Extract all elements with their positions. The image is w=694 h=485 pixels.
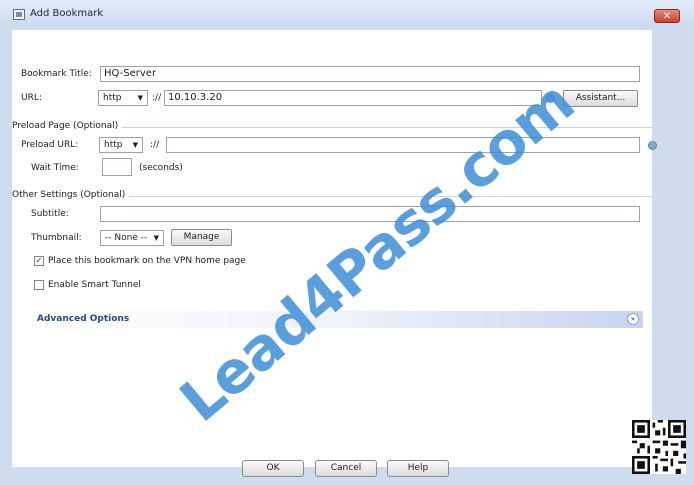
other-legend: Other Settings (Optional) <box>12 190 130 200</box>
url-separator: :// <box>152 93 162 103</box>
url-label: URL: <box>21 93 42 103</box>
bookmark-title-label: Bookmark Title: <box>21 69 92 79</box>
title-bar[interactable]: Add Bookmark ✕ <box>0 0 694 28</box>
window-title: Add Bookmark <box>30 8 104 19</box>
preload-legend: Preload Page (Optional) <box>12 121 123 131</box>
preload-protocol-value: http <box>104 140 123 150</box>
url-protocol-select[interactable]: http ▼ <box>98 90 148 106</box>
url-field[interactable]: 10.10.3.20 <box>164 90 542 106</box>
place-on-home-label: Place this bookmark on the VPN home page <box>48 256 246 266</box>
wait-time-field[interactable] <box>102 158 132 176</box>
chevron-down-icon: ▼ <box>132 141 138 149</box>
preload-url-field[interactable] <box>166 137 640 153</box>
cancel-button[interactable]: Cancel <box>315 460 377 477</box>
app-icon <box>13 9 25 20</box>
wait-time-unit: (seconds) <box>139 163 183 173</box>
wait-time-label: Wait Time: <box>31 163 79 173</box>
bookmark-title-field[interactable]: HQ-Server <box>100 66 640 82</box>
thumbnail-select[interactable]: -- None -- ▼ <box>100 230 164 246</box>
place-on-home-checkbox[interactable]: ✓ <box>34 256 44 266</box>
preload-url-label: Preload URL: <box>21 140 79 150</box>
url-protocol-value: http <box>103 93 122 103</box>
preload-protocol-select[interactable]: http ▼ <box>99 137 143 153</box>
ok-button[interactable]: OK <box>242 460 304 477</box>
preload-url-separator: :// <box>150 140 160 150</box>
close-button[interactable]: ✕ <box>654 9 680 23</box>
qr-code-icon <box>632 420 686 474</box>
help-button[interactable]: Help <box>387 460 449 477</box>
expand-icon[interactable]: » <box>627 313 639 325</box>
assistant-button[interactable]: Assistant... <box>563 90 638 107</box>
info-icon[interactable] <box>648 141 657 150</box>
thumbnail-value: -- None -- <box>105 233 148 243</box>
smart-tunnel-label: Enable Smart Tunnel <box>48 280 141 290</box>
manage-button[interactable]: Manage <box>171 229 232 246</box>
chevron-down-icon: ▼ <box>137 94 143 102</box>
thumbnail-label: Thumbnail: <box>31 233 82 243</box>
advanced-options-label: Advanced Options <box>37 314 130 324</box>
add-bookmark-dialog: Add Bookmark ✕ Bookmark Title: HQ-Server… <box>0 0 694 485</box>
subtitle-label: Subtitle: <box>31 209 69 219</box>
smart-tunnel-checkbox[interactable] <box>34 280 44 290</box>
chevron-down-icon: ▼ <box>153 234 159 242</box>
